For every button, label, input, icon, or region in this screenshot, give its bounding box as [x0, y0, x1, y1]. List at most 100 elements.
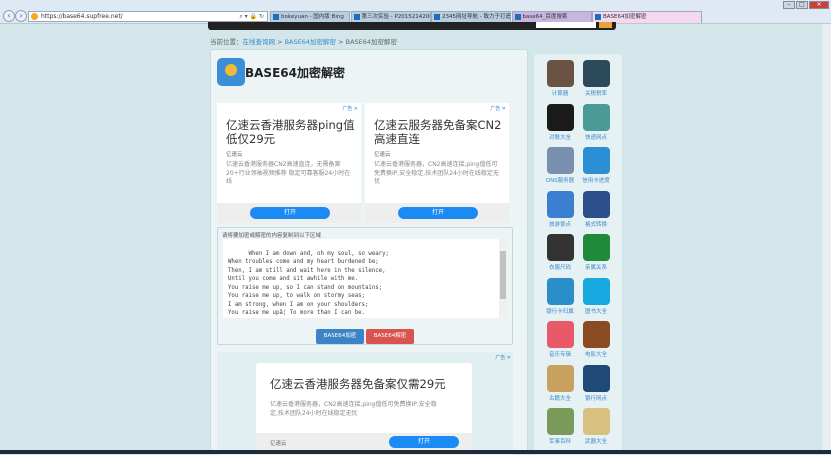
base64-logo-icon — [217, 58, 245, 86]
address-bar[interactable]: https://base64.supfree.net/ ⌕ ▾ 🔒 ↻ — [28, 11, 268, 22]
url-text: https://base64.supfree.net/ — [41, 13, 123, 20]
ad-open-button[interactable]: 打开 — [250, 207, 330, 219]
ad-close-icon[interactable]: 广告 ✕ — [495, 354, 511, 361]
ad-card[interactable]: 广告 ✕ 亿速云服务器免备案CN2高速直连 亿速云 亿速云香港服务器，CN2高速… — [365, 103, 509, 223]
breadcrumb-sep: > — [275, 38, 285, 46]
book-icon[interactable] — [582, 277, 610, 305]
headphones-icon[interactable] — [546, 321, 574, 348]
couplet-icon[interactable] — [546, 103, 574, 131]
sidebar-tool-link[interactable]: 衣服尺码 — [542, 234, 578, 276]
calculator-icon[interactable] — [546, 60, 574, 87]
bank-icon[interactable] — [582, 364, 610, 392]
dns-icon[interactable] — [546, 147, 574, 174]
forward-button[interactable]: › — [15, 10, 27, 22]
tool-label[interactable]: 信用卡进度 — [578, 176, 614, 184]
military-icon[interactable] — [546, 408, 574, 435]
encode-button[interactable]: BASE64加密 — [316, 329, 364, 344]
maximize-button[interactable]: □ — [796, 1, 808, 9]
input-textarea[interactable]: When I am down and, oh my soul, so weary… — [223, 239, 507, 318]
tool-label[interactable]: 计算器 — [542, 89, 578, 97]
site-search-button[interactable] — [599, 22, 612, 28]
sidebar-tool-link[interactable]: 银行网点 — [578, 364, 614, 407]
tool-label[interactable]: 银行卡归属 — [542, 307, 578, 315]
sidebar-tool-link[interactable]: 信用卡进度 — [578, 147, 614, 189]
site-nav-bar — [208, 22, 616, 30]
sidebar-tool-link[interactable]: 旅游景点 — [542, 190, 578, 233]
back-button[interactable]: ‹ — [3, 10, 15, 22]
ad-title[interactable]: 亿速云香港服务器ping值低仅29元 — [226, 118, 355, 146]
tank-icon[interactable] — [582, 408, 610, 435]
bank-card-icon[interactable] — [546, 277, 574, 305]
ad-desc: 亿速云香港服务器，CN2高速连接,ping值低可免费换IP,安全稳定,技术团队2… — [270, 401, 437, 417]
page-scrollbar[interactable] — [822, 24, 831, 450]
browser-chrome: ‹ › https://base64.supfree.net/ ⌕ ▾ 🔒 ↻ … — [0, 0, 831, 24]
ad-open-button[interactable]: 打开 — [389, 436, 459, 448]
family-icon[interactable] — [582, 234, 610, 261]
ancient-book-icon[interactable] — [546, 364, 574, 392]
sidebar-tool-link[interactable]: DNS服务器 — [542, 147, 578, 189]
site-favicon-icon — [31, 13, 38, 20]
sidebar-tool-link[interactable]: 图书大全 — [578, 277, 614, 320]
minimize-button[interactable]: – — [783, 1, 795, 9]
tab-favicon-icon — [353, 14, 360, 20]
sidebar-tool-link[interactable]: 银行卡归属 — [542, 277, 578, 320]
sidebar-tool-link[interactable]: 格式转换 — [578, 190, 614, 233]
sidebar-tool-link[interactable]: 计算器 — [542, 60, 578, 102]
sidebar-tool-link[interactable]: 快递网点 — [578, 103, 614, 146]
breadcrumb-home[interactable]: 在线查询网 — [243, 38, 276, 46]
delivery-icon[interactable] — [582, 103, 610, 131]
tool-label[interactable]: 图书大全 — [578, 307, 614, 315]
ad-close-icon[interactable]: 广告 ✕ — [342, 105, 358, 112]
ad-desc: 亿速云香港服务器，CN2高速连接,ping值低可免费换IP,安全稳定,技术团队2… — [374, 161, 499, 185]
credit-card-icon[interactable] — [582, 147, 610, 174]
sidebar-tool-link[interactable]: 关税税率 — [578, 60, 614, 102]
taskbar — [0, 450, 831, 454]
sidebar-tool-link[interactable]: 亲属关系 — [578, 234, 614, 276]
sidebar-tool-link[interactable]: 对联大全 — [542, 103, 578, 146]
ad-close-icon[interactable]: 广告 ✕ — [490, 105, 506, 112]
scrollbar-thumb[interactable] — [500, 251, 506, 299]
close-button[interactable]: ✕ — [809, 1, 829, 9]
sidebar-tool-link[interactable]: 电影大全 — [578, 321, 614, 363]
search-refresh-icon[interactable]: ⌕ ▾ 🔒 ↻ — [239, 12, 264, 21]
tool-label[interactable]: 衣服尺码 — [542, 263, 578, 271]
tools-sidebar: 计算器 关税税率对联大全 快递网点 DNS服务器 信用卡进度旅游景点 格式转换衣服尺码 亲属… — [534, 54, 622, 454]
tool-label[interactable]: 对联大全 — [542, 133, 578, 141]
ad-title[interactable]: 亿速云服务器免备案CN2高速直连 — [374, 118, 503, 146]
tariff-icon[interactable] — [582, 60, 610, 87]
sidebar-tool-link[interactable]: 古籍大全 — [542, 364, 578, 407]
tool-label[interactable]: 格式转换 — [578, 220, 614, 228]
breadcrumb-current: BASE64加密解密 — [345, 38, 398, 46]
converter-box: 请将要加密或解密的内容复制到以下区域 When I am down and, o… — [217, 227, 513, 345]
ad-open-button[interactable]: 打开 — [398, 207, 478, 219]
site-search-input[interactable] — [536, 22, 596, 28]
ad-card[interactable]: 广告 ✕ 亿速云香港服务器ping值低仅29元 亿速云 亿速云香港服务器CN2高… — [217, 103, 361, 223]
tab-label: 2345网址导航 - 致力于打造百... — [442, 14, 511, 20]
tool-label[interactable]: 军事百科 — [542, 437, 578, 445]
ad-title[interactable]: 亿速云香港服务器免备案仅需29元 — [270, 376, 446, 392]
sidebar-tool-link[interactable]: 音乐专辑 — [542, 321, 578, 363]
tool-label[interactable]: 武器大全 — [578, 437, 614, 445]
tab-label: base64_百度搜索 — [522, 14, 568, 20]
film-icon[interactable] — [582, 321, 610, 348]
document-icon[interactable] — [582, 190, 610, 218]
map-pin-icon[interactable] — [546, 190, 574, 218]
tool-label[interactable]: 古籍大全 — [542, 394, 578, 402]
sidebar-tool-link[interactable]: 军事百科 — [542, 408, 578, 450]
tool-label[interactable]: 音乐专辑 — [542, 350, 578, 358]
tool-label[interactable]: 旅游景点 — [542, 220, 578, 228]
tool-label[interactable]: 电影大全 — [578, 350, 614, 358]
sidebar-tool-link[interactable]: 武器大全 — [578, 408, 614, 450]
tool-label[interactable]: DNS服务器 — [542, 176, 578, 184]
tool-label[interactable]: 快递网点 — [578, 133, 614, 141]
textarea-scrollbar[interactable] — [499, 239, 507, 318]
ad-desc: 亿速云香港服务器CN2高速直连，无需备案20+行业领袖视频推荐 稳定可靠客服24… — [226, 161, 351, 185]
tool-label[interactable]: 银行网点 — [578, 394, 614, 402]
tool-label[interactable]: 亲属关系 — [578, 263, 614, 271]
decode-button[interactable]: BASE64解密 — [366, 329, 414, 344]
tool-label[interactable]: 关税税率 — [578, 89, 614, 97]
breadcrumb-section[interactable]: BASE64加密解密 — [285, 38, 336, 46]
tab-favicon-icon — [514, 14, 521, 20]
suit-icon[interactable] — [546, 234, 574, 261]
bottom-ad[interactable]: 广告 ✕ 亿速云香港服务器免备案仅需29元 亿速云香港服务器，CN2高速连接,p… — [217, 352, 513, 455]
